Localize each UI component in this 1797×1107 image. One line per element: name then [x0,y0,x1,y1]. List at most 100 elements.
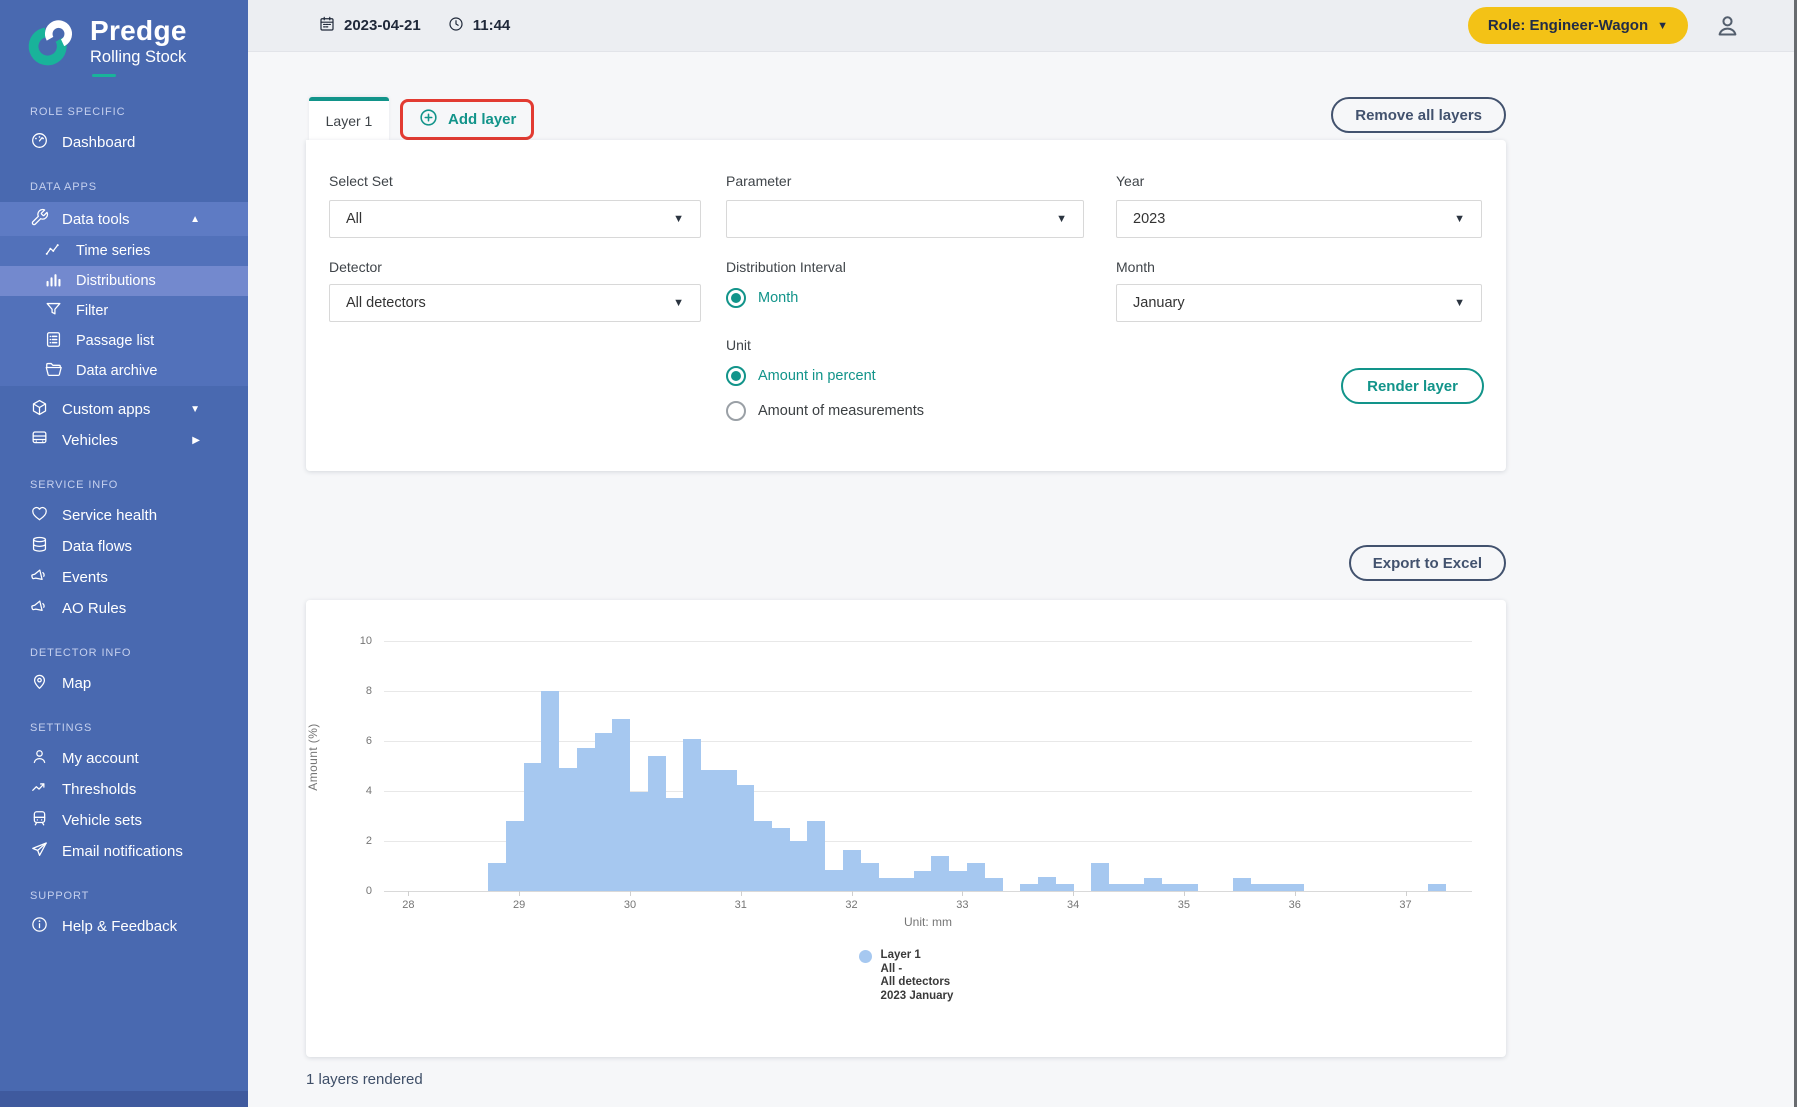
histogram-bar [985,878,1003,891]
year-dropdown[interactable]: 2023 ▼ [1116,200,1482,238]
histogram-bar [595,733,613,891]
sidebar-item-events[interactable]: Events [0,562,248,593]
map-pin-icon [30,672,49,695]
render-layer-button[interactable]: Render layer [1341,368,1484,404]
topbar: 2023-04-21 11:44 Role: Engineer-Wagon ▼ [248,0,1797,52]
x-tick-label: 34 [1053,899,1093,911]
detector-dropdown[interactable]: All detectors ▼ [329,284,701,322]
histogram-bar [559,768,577,891]
x-tick [741,891,742,896]
histogram-bar [772,828,790,891]
chart-legend: Layer 1 All - All detectors 2023 January [306,949,1506,1003]
histogram-bar [1091,863,1109,891]
layer-tabs: Layer 1 Add layer Remove all layers [306,97,1506,140]
parameter-dropdown[interactable]: ▼ [726,200,1084,238]
sidebar-item-map[interactable]: Map [0,668,248,699]
sidebar-item-ao-rules[interactable]: AO Rules [0,593,248,624]
trend-arrow-icon [30,778,49,801]
select-set-dropdown[interactable]: All ▼ [329,200,701,238]
train-icon [30,809,49,832]
sidebar-item-data-tools[interactable]: Data tools ▲ [0,202,248,236]
brand-underline [92,74,116,77]
chevron-down-icon: ▼ [190,404,200,415]
current-date: 2023-04-21 [344,17,421,34]
sidebar-item-vehicle-sets[interactable]: Vehicle sets [0,805,248,836]
sidebar: Predge Rolling Stock ROLE SPECIFIC Dashb… [0,0,248,1107]
radio-amount-in-percent[interactable]: Amount in percent [726,366,876,386]
chevron-up-icon: ▲ [190,214,200,225]
sidebar-item-custom-apps[interactable]: Custom apps ▼ [0,394,248,425]
wrench-icon [30,208,49,231]
sidebar-item-service-health[interactable]: Service health [0,500,248,531]
list-icon [44,330,63,353]
main-area: 2023-04-21 11:44 Role: Engineer-Wagon ▼ … [248,0,1797,1107]
filter-icon [44,300,63,323]
legend-line: Layer 1 [881,949,954,963]
sidebar-item-time-series[interactable]: Time series [0,236,248,266]
section-detector-info: DETECTOR INFO [0,647,248,659]
histogram-bar [1286,884,1304,891]
select-set-label: Select Set [329,173,393,189]
sidebar-item-thresholds[interactable]: Thresholds [0,774,248,805]
radio-selected-icon [726,366,746,386]
chevron-down-icon: ▼ [1056,213,1067,225]
y-tick-label: 10 [306,635,372,647]
remove-all-layers-button[interactable]: Remove all layers [1331,97,1506,133]
x-tick [1073,891,1074,896]
x-tick-label: 32 [832,899,872,911]
histogram-bar [719,770,737,891]
legend-marker [859,950,872,963]
histogram-bar [754,821,772,891]
database-icon [30,535,49,558]
sidebar-footer-strip [0,1091,248,1107]
user-avatar-icon[interactable] [1714,12,1741,39]
histogram-bar [665,798,683,891]
histogram-bar [701,770,719,891]
histogram-bar [825,870,843,891]
chevron-down-icon: ▼ [1454,297,1465,309]
x-tick [408,891,409,896]
sidebar-item-distributions[interactable]: Distributions [0,266,248,296]
histogram-bar [1428,884,1446,891]
sidebar-item-data-flows[interactable]: Data flows [0,531,248,562]
role-selector-button[interactable]: Role: Engineer-Wagon ▼ [1468,7,1688,44]
chevron-down-icon: ▼ [1454,213,1465,225]
x-tick-label: 35 [1164,899,1204,911]
distribution-chart-panel: 024681028293031323334353637 Amount (%) U… [306,600,1506,1057]
sidebar-item-my-account[interactable]: My account [0,743,248,774]
person-icon [30,747,49,770]
x-tick [1406,891,1407,896]
sidebar-item-data-archive[interactable]: Data archive [0,356,248,386]
x-tick [1184,891,1185,896]
histogram-bar [683,739,701,891]
bus-icon [30,429,49,452]
x-tick [852,891,853,896]
tab-layer-1[interactable]: Layer 1 [309,97,389,140]
current-time: 11:44 [473,17,511,34]
month-dropdown[interactable]: January ▼ [1116,284,1482,322]
sidebar-item-email-notifications[interactable]: Email notifications [0,836,248,867]
chevron-down-icon: ▼ [673,297,684,309]
histogram-bar [1055,884,1073,891]
histogram-bar [914,871,932,891]
distribution-interval-label: Distribution Interval [726,259,846,275]
histogram-bar [860,863,878,891]
sidebar-item-help-feedback[interactable]: Help & Feedback [0,911,248,942]
gridline [384,641,1472,642]
sidebar-item-dashboard[interactable]: Dashboard [0,127,248,158]
histogram-bar [790,841,808,891]
sidebar-item-vehicles[interactable]: Vehicles ▶ [0,425,248,456]
sidebar-item-filter[interactable]: Filter [0,296,248,326]
y-tick-label: 0 [306,885,372,897]
megaphone-icon [30,566,49,589]
radio-amount-of-measurements[interactable]: Amount of measurements [726,401,924,421]
histogram-bar [1109,884,1127,891]
bar-chart-icon [44,270,63,293]
sidebar-item-passage-list[interactable]: Passage list [0,326,248,356]
section-data-apps: DATA APPS [0,181,248,193]
export-to-excel-button[interactable]: Export to Excel [1349,545,1506,581]
histogram-bar [1038,877,1056,891]
radio-month[interactable]: Month [726,288,798,308]
y-tick-label: 2 [306,835,372,847]
add-layer-button[interactable]: Add layer [418,107,516,132]
